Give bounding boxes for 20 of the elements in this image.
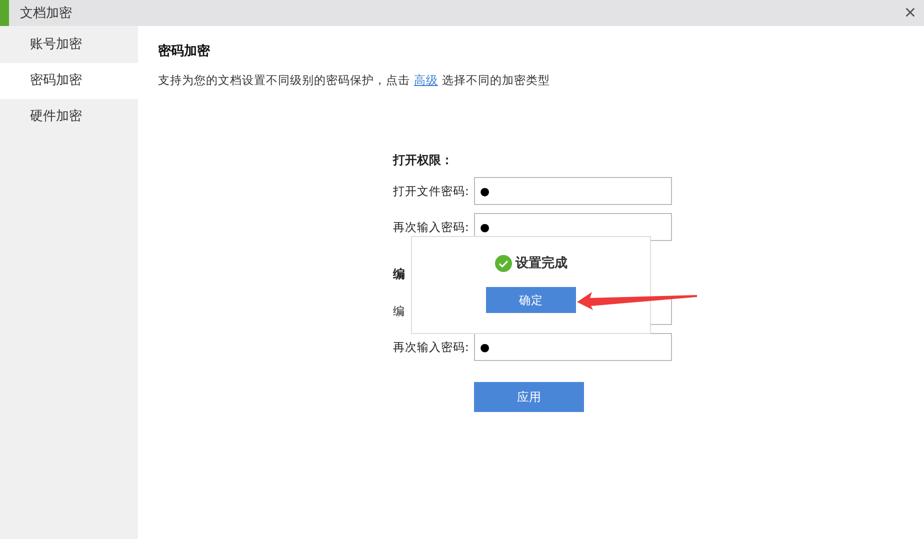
field-label: 编 — [393, 304, 406, 318]
field-label: 再次输入密码: — [393, 340, 470, 354]
advanced-link[interactable]: 高级 — [414, 73, 438, 87]
app-logo-icon — [0, 0, 9, 26]
permission-heading: 打开权限： — [393, 153, 453, 167]
close-button[interactable]: × — [896, 0, 924, 26]
sidebar-item[interactable]: 密码加密 — [0, 63, 138, 99]
field-label: 打开文件密码: — [393, 184, 470, 198]
password-field[interactable]: ● — [474, 177, 672, 205]
window-title: 文档加密 — [20, 5, 73, 22]
confirm-button[interactable]: 确定 — [486, 287, 576, 313]
section-title: 密码加密 — [158, 42, 211, 60]
sidebar-item[interactable]: 账号加密 — [0, 27, 138, 63]
permission-heading: 编 — [393, 267, 405, 281]
description: 支持为您的文档设置不同级别的密码保护，点击 高级 选择不同的加密类型 — [158, 73, 551, 88]
dialog-message: 设置完成 — [516, 254, 568, 272]
apply-button[interactable]: 应用 — [474, 382, 584, 412]
success-check-icon — [494, 254, 512, 272]
sidebar-item[interactable]: 硬件加密 — [0, 99, 138, 135]
field-label: 再次输入密码: — [393, 220, 470, 234]
